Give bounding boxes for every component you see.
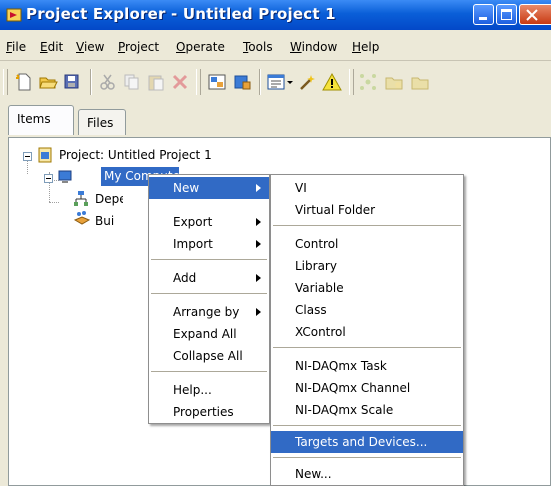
build-specs-icon bbox=[73, 211, 91, 225]
submenu-arrow-icon bbox=[256, 240, 261, 248]
tab-items[interactable]: Items bbox=[8, 105, 74, 135]
context-item-expand-all[interactable]: Expand All bbox=[149, 323, 269, 345]
menu-operate[interactable]: Operate bbox=[176, 40, 225, 54]
new-file-icon[interactable] bbox=[14, 72, 34, 92]
menu-file[interactable]: File bbox=[6, 40, 26, 54]
submenu-item-virtual-folder[interactable]: Virtual Folder bbox=[271, 199, 463, 221]
context-item-help[interactable]: Help... bbox=[149, 379, 269, 401]
submenu-item-control[interactable]: Control bbox=[271, 233, 463, 255]
menu-separator bbox=[273, 225, 461, 226]
menu-bar: File Edit View Project Operate Tools Win… bbox=[0, 30, 551, 61]
menu-separator bbox=[151, 293, 267, 294]
submenu-arrow-icon bbox=[256, 184, 261, 192]
title-bar[interactable]: Project Explorer - Untitled Project 1 bbox=[0, 0, 551, 30]
paste-icon[interactable] bbox=[146, 72, 166, 92]
tab-files[interactable]: Files bbox=[78, 109, 126, 135]
warning-icon[interactable] bbox=[322, 72, 342, 92]
project-icon bbox=[38, 147, 52, 163]
folder-add-icon[interactable] bbox=[384, 72, 404, 92]
context-menu: New Export Import Add Arrange by Expand … bbox=[148, 174, 270, 424]
close-button[interactable] bbox=[519, 4, 551, 25]
minimize-button[interactable] bbox=[473, 4, 494, 25]
submenu-item-daqmx-channel[interactable]: NI-DAQmx Channel bbox=[271, 377, 463, 399]
toolbar-separator bbox=[90, 69, 92, 95]
context-item-export[interactable]: Export bbox=[149, 211, 269, 233]
close-icon bbox=[526, 9, 538, 21]
minimize-icon bbox=[479, 17, 487, 20]
submenu-item-new-more[interactable]: New... bbox=[271, 463, 463, 485]
submenu-item-daqmx-task[interactable]: NI-DAQmx Task bbox=[271, 355, 463, 377]
collapse-toggle[interactable] bbox=[23, 152, 32, 161]
menu-separator bbox=[273, 347, 461, 348]
menu-separator bbox=[151, 371, 267, 372]
tree-connector bbox=[49, 202, 59, 203]
menu-view[interactable]: View bbox=[76, 40, 104, 54]
context-item-add[interactable]: Add bbox=[149, 267, 269, 289]
new-submenu: VI Virtual Folder Control Library Variab… bbox=[270, 174, 464, 486]
context-item-collapse-all[interactable]: Collapse All bbox=[149, 345, 269, 367]
menu-separator bbox=[273, 425, 461, 426]
submenu-item-xcontrol[interactable]: XControl bbox=[271, 321, 463, 343]
context-item-properties[interactable]: Properties bbox=[149, 401, 269, 423]
submenu-arrow-icon bbox=[256, 274, 261, 282]
submenu-item-targets-devices[interactable]: Targets and Devices... bbox=[271, 431, 463, 453]
computer-icon bbox=[58, 170, 72, 183]
tree-connector bbox=[27, 160, 28, 174]
chevron-down-icon[interactable] bbox=[285, 72, 295, 92]
maximize-icon bbox=[501, 9, 512, 20]
tree-label-build-specs: Build Specifications bbox=[95, 214, 115, 228]
collapse-toggle[interactable] bbox=[44, 174, 53, 183]
menu-separator bbox=[151, 259, 267, 260]
submenu-item-class[interactable]: Class bbox=[271, 299, 463, 321]
toolbar-separator bbox=[259, 69, 261, 95]
toolbar-grip[interactable] bbox=[349, 69, 354, 95]
maximize-button[interactable] bbox=[496, 4, 517, 25]
folder-remove-icon[interactable] bbox=[410, 72, 430, 92]
tab-strip: Items Files bbox=[0, 105, 551, 137]
submenu-item-variable[interactable]: Variable bbox=[271, 277, 463, 299]
submenu-item-vi[interactable]: VI bbox=[271, 177, 463, 199]
toolbar-grip[interactable] bbox=[3, 69, 8, 95]
submenu-item-daqmx-scale[interactable]: NI-DAQmx Scale bbox=[271, 399, 463, 421]
window-title: Project Explorer - Untitled Project 1 bbox=[26, 5, 336, 23]
build-icon[interactable] bbox=[232, 72, 252, 92]
delete-icon[interactable] bbox=[170, 72, 190, 92]
toolbar bbox=[0, 61, 551, 99]
menu-project[interactable]: Project bbox=[118, 40, 159, 54]
context-item-import[interactable]: Import bbox=[149, 233, 269, 255]
menu-separator bbox=[273, 457, 461, 458]
toolbar-grip[interactable] bbox=[196, 69, 201, 95]
wizard-icon[interactable] bbox=[298, 72, 318, 92]
tree-label-dependencies: Dependencies bbox=[95, 192, 123, 206]
context-item-new[interactable]: New bbox=[149, 177, 269, 199]
submenu-arrow-icon bbox=[256, 218, 261, 226]
submenu-item-library[interactable]: Library bbox=[271, 255, 463, 277]
menu-tools[interactable]: Tools bbox=[243, 40, 273, 54]
window-list-icon[interactable] bbox=[266, 72, 286, 92]
labview-project-icon bbox=[6, 8, 22, 22]
vi-hierarchy-icon[interactable] bbox=[207, 72, 227, 92]
dependencies-icon bbox=[74, 191, 88, 206]
cut-icon[interactable] bbox=[98, 72, 118, 92]
tree-label-project: Project: Untitled Project 1 bbox=[59, 148, 212, 162]
menu-edit[interactable]: Edit bbox=[40, 40, 63, 54]
copy-icon[interactable] bbox=[122, 72, 142, 92]
open-folder-icon[interactable] bbox=[38, 72, 58, 92]
network-icon[interactable] bbox=[358, 72, 378, 92]
context-item-arrange-by[interactable]: Arrange by bbox=[149, 301, 269, 323]
menu-help[interactable]: Help bbox=[352, 40, 379, 54]
submenu-arrow-icon bbox=[256, 308, 261, 316]
save-all-icon[interactable] bbox=[62, 72, 82, 92]
menu-window[interactable]: Window bbox=[290, 40, 337, 54]
